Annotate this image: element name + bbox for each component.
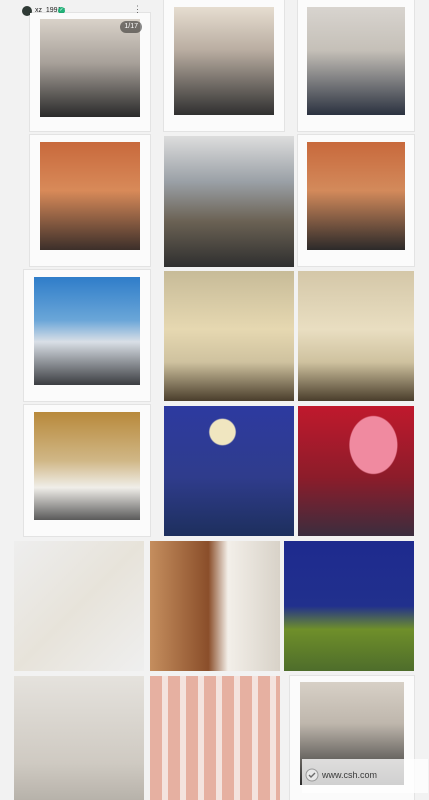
- watermark-logo-icon: [305, 768, 319, 782]
- photo-tile-11[interactable]: [164, 406, 294, 536]
- photo-tile-3[interactable]: [298, 0, 414, 131]
- carousel-page-indicator: 1/17: [120, 21, 142, 33]
- photo-1: [39, 18, 141, 117]
- photo-13: [14, 541, 144, 671]
- photo-7: [34, 276, 140, 386]
- photo-tile-15[interactable]: [284, 541, 414, 671]
- photo-9: [298, 271, 414, 401]
- photo-2: [173, 6, 275, 116]
- photo-11: [164, 406, 294, 536]
- photo-17: [150, 676, 280, 800]
- photo-tile-17[interactable]: [150, 676, 280, 800]
- photo-tile-6[interactable]: [298, 135, 414, 266]
- photo-5: [164, 136, 294, 267]
- photo-12: [298, 406, 414, 536]
- photo-tile-8[interactable]: [164, 271, 294, 401]
- photo-tile-13[interactable]: [14, 541, 144, 671]
- photo-tile-10[interactable]: [24, 405, 150, 536]
- photo-tile-12[interactable]: [298, 406, 414, 536]
- photo-tile-14[interactable]: [150, 541, 280, 671]
- photo-4: [39, 141, 141, 251]
- photo-tile-5[interactable]: [164, 136, 294, 267]
- photo-10: [34, 411, 140, 521]
- photo-14: [150, 541, 280, 671]
- photo-8: [164, 271, 294, 401]
- watermark-text: www.csh.com: [322, 770, 378, 780]
- photo-tile-1[interactable]: 1/17: [30, 13, 150, 131]
- photo-tile-2[interactable]: [164, 0, 284, 131]
- photo-15: [284, 541, 414, 671]
- photo-grid: 1/17: [14, 0, 414, 800]
- photo-3: [307, 6, 405, 116]
- photo-tile-7[interactable]: [24, 270, 150, 401]
- photo-6: [307, 141, 405, 251]
- photo-tile-16[interactable]: [14, 676, 144, 800]
- photo-tile-4[interactable]: [30, 135, 150, 266]
- photo-tile-9[interactable]: [298, 271, 414, 401]
- photo-16: [14, 676, 144, 800]
